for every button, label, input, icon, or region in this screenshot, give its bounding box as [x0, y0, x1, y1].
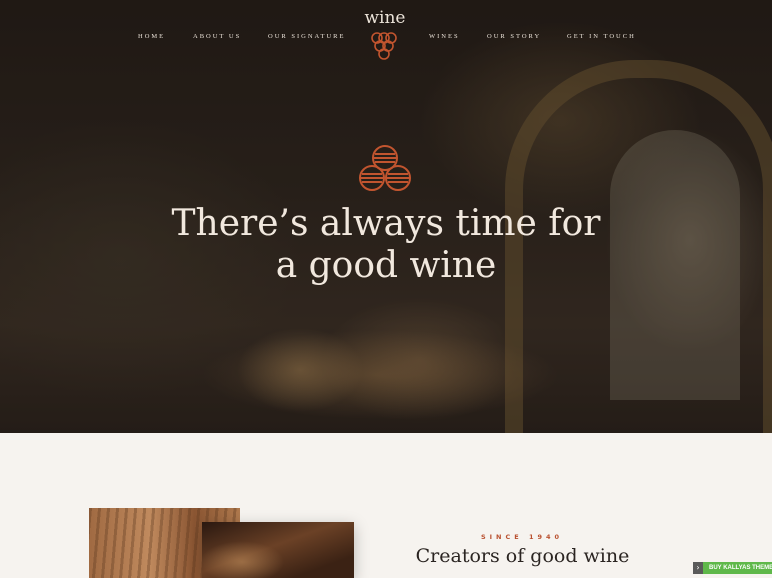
barrel-cellar-image: [202, 522, 354, 578]
grapes-icon[interactable]: [368, 31, 400, 61]
nav-item-about-us[interactable]: ABOUT US: [193, 33, 241, 40]
nav-item-our-story[interactable]: OUR STORY: [487, 33, 541, 40]
logo-text[interactable]: wine: [355, 8, 415, 28]
barrels-icon: [359, 145, 411, 191]
hero-headline-line2: a good wine: [275, 245, 497, 286]
nav-item-home[interactable]: HOME: [138, 33, 165, 40]
hero-headline: There’s always time for a good wine: [0, 203, 772, 287]
about-title: Creators of good wine: [415, 545, 630, 567]
hero-headline-line1: There’s always time for: [171, 203, 601, 244]
nav-item-get-in-touch[interactable]: GET IN TOUCH: [567, 33, 636, 40]
buy-theme-label[interactable]: BUY KALLYAS THEME: [703, 562, 772, 574]
since-eyebrow: SINCE 1940: [480, 533, 564, 541]
chevron-right-icon[interactable]: ›: [693, 562, 703, 574]
buy-theme-badge[interactable]: › BUY KALLYAS THEME: [693, 562, 772, 574]
nav-item-wines[interactable]: WINES: [429, 33, 460, 40]
dinner-table-glow: [200, 330, 560, 420]
nav-item-our-signature[interactable]: OUR SIGNATURE: [268, 33, 345, 40]
